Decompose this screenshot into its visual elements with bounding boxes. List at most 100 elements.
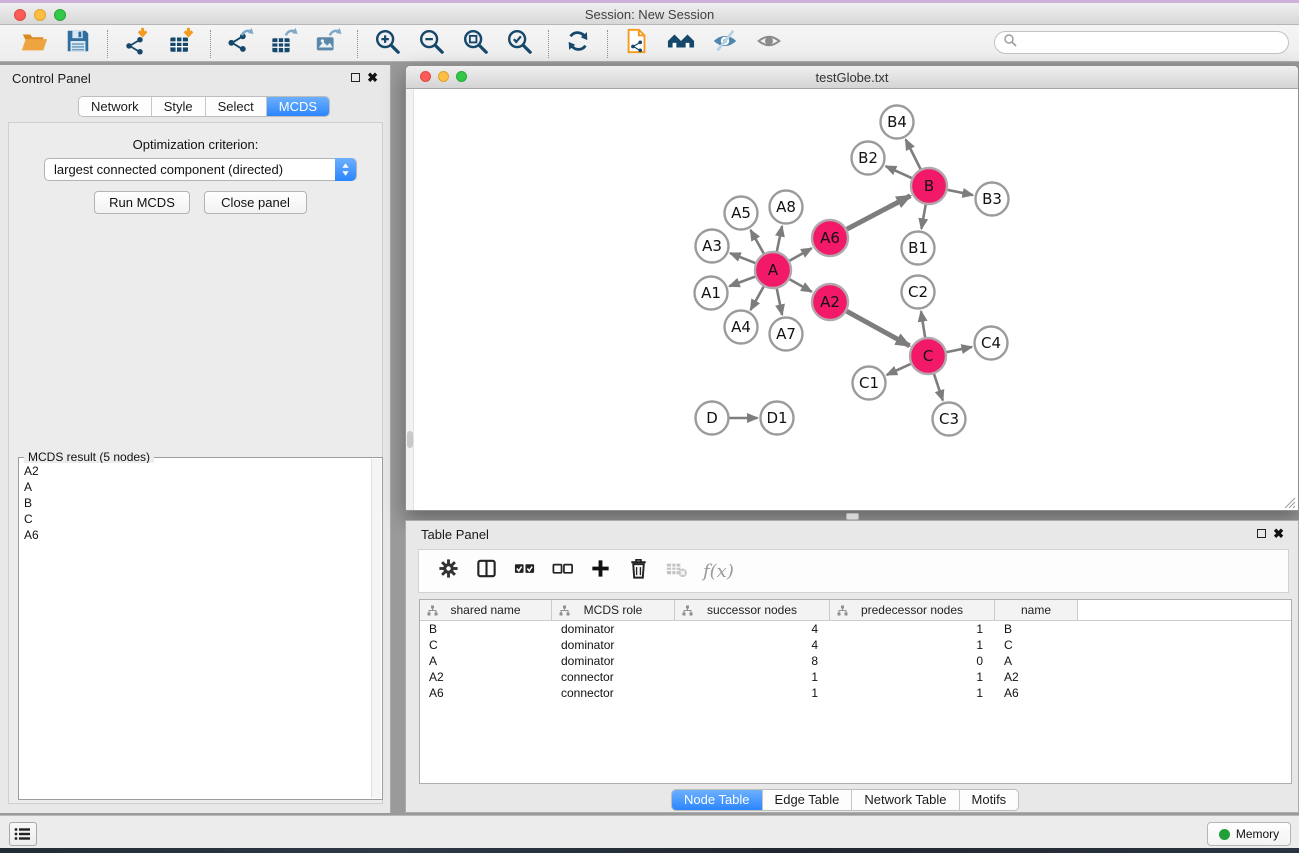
node-A8[interactable]: A8 [770, 191, 803, 224]
cell-MCDS-role[interactable]: dominator [552, 637, 675, 653]
add-column-button[interactable] [587, 558, 613, 584]
node-C[interactable]: C [910, 338, 946, 374]
edge-A-A2[interactable] [790, 279, 812, 291]
result-scrollbar[interactable] [371, 459, 381, 798]
edge-C-C2[interactable] [921, 311, 925, 337]
column-header-MCDS-role[interactable]: MCDS role [552, 600, 675, 620]
column-header-shared-name[interactable]: shared name [420, 600, 552, 620]
tab-network[interactable]: Network [79, 97, 152, 116]
node-B1[interactable]: B1 [902, 232, 935, 265]
split-pane-grip[interactable] [846, 513, 859, 520]
float-panel-icon[interactable] [351, 73, 360, 82]
export-image-button[interactable] [313, 29, 343, 59]
column-header-predecessor-nodes[interactable]: predecessor nodes [830, 600, 995, 620]
tab-node-table[interactable]: Node Table [672, 790, 763, 810]
window-resize-grip[interactable] [1284, 496, 1296, 508]
hide-details-eye-slash-button[interactable] [710, 29, 740, 59]
result-node-item[interactable]: A2 [20, 463, 371, 479]
deselect-all-button[interactable] [549, 558, 575, 584]
cell-successor-nodes[interactable]: 1 [675, 669, 830, 685]
tab-network-table[interactable]: Network Table [852, 790, 959, 810]
edge-B-B3[interactable] [948, 190, 973, 195]
column-header-name[interactable]: name [995, 600, 1078, 620]
node-D[interactable]: D [696, 402, 729, 435]
cell-shared-name[interactable]: B [420, 621, 552, 637]
search-input[interactable] [1021, 36, 1288, 50]
node-C4[interactable]: C4 [975, 327, 1008, 360]
edge-A-A8[interactable] [777, 226, 782, 251]
close-panel-button[interactable]: Close panel [204, 191, 307, 214]
import-network-button[interactable] [122, 29, 152, 59]
edge-C-C1[interactable] [887, 364, 911, 375]
edge-A-A4[interactable] [751, 287, 764, 310]
run-mcds-button[interactable]: Run MCDS [94, 191, 190, 214]
result-node-item[interactable]: A6 [20, 527, 371, 543]
cell-MCDS-role[interactable]: connector [552, 685, 675, 701]
node-A2[interactable]: A2 [812, 284, 848, 320]
edge-A6-B[interactable] [847, 196, 911, 229]
edge-C-C4[interactable] [947, 347, 972, 352]
node-A[interactable]: A [755, 252, 791, 288]
cell-predecessor-nodes[interactable]: 1 [830, 685, 995, 701]
result-node-item[interactable]: B [20, 495, 371, 511]
delete-column-button[interactable] [625, 558, 651, 584]
cell-name[interactable]: A2 [995, 669, 1078, 685]
cell-predecessor-nodes[interactable]: 0 [830, 653, 995, 669]
node-A5[interactable]: A5 [725, 197, 758, 230]
zoom-fit-button[interactable] [460, 29, 490, 59]
column-header-successor-nodes[interactable]: successor nodes [675, 600, 830, 620]
cell-successor-nodes[interactable]: 1 [675, 685, 830, 701]
tab-mcds[interactable]: MCDS [267, 97, 329, 116]
node-C2[interactable]: C2 [902, 276, 935, 309]
search-box[interactable] [994, 31, 1289, 54]
cell-MCDS-role[interactable]: dominator [552, 621, 675, 637]
cell-name[interactable]: B [995, 621, 1078, 637]
node-C3[interactable]: C3 [933, 403, 966, 436]
open-session-button[interactable] [19, 29, 49, 59]
cell-shared-name[interactable]: C [420, 637, 552, 653]
node-D1[interactable]: D1 [761, 402, 794, 435]
close-table-panel-icon[interactable]: ✖ [1273, 529, 1284, 538]
node-A7[interactable]: A7 [770, 318, 803, 351]
tab-style[interactable]: Style [152, 97, 206, 116]
cell-name[interactable]: A6 [995, 685, 1078, 701]
close-panel-icon[interactable]: ✖ [367, 73, 378, 82]
cell-predecessor-nodes[interactable]: 1 [830, 669, 995, 685]
criterion-dropdown[interactable]: largest connected component (directed) [44, 158, 357, 181]
cell-predecessor-nodes[interactable]: 1 [830, 621, 995, 637]
attribute-gear-button[interactable] [435, 558, 461, 584]
cell-name[interactable]: A [995, 653, 1078, 669]
import-table-button[interactable] [166, 29, 196, 59]
edge-B-B1[interactable] [921, 205, 925, 229]
cell-successor-nodes[interactable]: 8 [675, 653, 830, 669]
network-canvas[interactable]: AA1A2A3A4A5A6A7A8BB1B2B3B4CC1C2C3C4DD1 [406, 89, 1298, 510]
cell-predecessor-nodes[interactable]: 1 [830, 637, 995, 653]
task-history-button[interactable] [9, 822, 37, 846]
float-table-panel-icon[interactable] [1257, 529, 1266, 538]
node-A4[interactable]: A4 [725, 311, 758, 344]
select-all-button[interactable] [511, 558, 537, 584]
cell-name[interactable]: C [995, 637, 1078, 653]
edge-A-A5[interactable] [751, 230, 764, 253]
edge-A-A3[interactable] [730, 253, 755, 263]
network-window-titlebar[interactable]: testGlobe.txt [406, 66, 1298, 89]
refresh-button[interactable] [563, 29, 593, 59]
edge-B-B2[interactable] [886, 166, 912, 178]
save-session-button[interactable] [63, 29, 93, 59]
node-C1[interactable]: C1 [853, 367, 886, 400]
node-A3[interactable]: A3 [696, 230, 729, 263]
node-B4[interactable]: B4 [881, 106, 914, 139]
edge-C-C3[interactable] [934, 374, 943, 400]
export-network-button[interactable] [225, 29, 255, 59]
zoom-out-button[interactable] [416, 29, 446, 59]
cell-shared-name[interactable]: A6 [420, 685, 552, 701]
edge-A2-C[interactable] [847, 311, 910, 346]
edge-A-A1[interactable] [729, 277, 755, 287]
memory-button[interactable]: Memory [1207, 822, 1291, 846]
houses-button[interactable] [666, 29, 696, 59]
cell-MCDS-role[interactable]: connector [552, 669, 675, 685]
cell-shared-name[interactable]: A [420, 653, 552, 669]
tab-motifs[interactable]: Motifs [960, 790, 1019, 810]
edge-A-A7[interactable] [777, 289, 782, 315]
show-columns-button[interactable] [473, 558, 499, 584]
